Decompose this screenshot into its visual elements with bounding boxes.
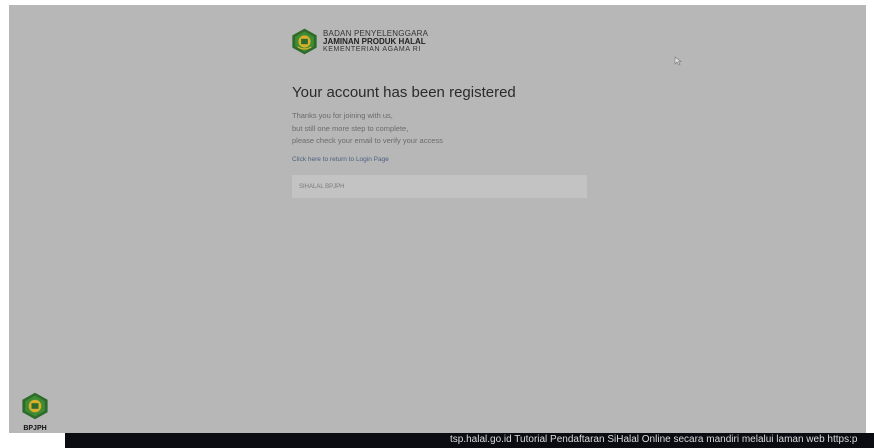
ticker-text: tsp.halal.go.id Tutorial Pendaftaran SiH… [450, 434, 858, 445]
message-line-3: please check your email to verify your a… [292, 136, 443, 145]
bpjph-watermark: BPJPH [12, 392, 58, 432]
page-frame [9, 5, 866, 433]
page-title: Your account has been registered [292, 84, 516, 101]
brand-line-3: KEMENTERIAN AGAMA RI [323, 45, 421, 53]
confirmation-message: Thanks you for joining with us, but stil… [292, 110, 443, 148]
footer-box: SIHALAL BPJPH [292, 175, 587, 198]
bpjph-emblem-icon [22, 392, 48, 420]
return-to-login-link[interactable]: Click here to return to Login Page [292, 156, 389, 163]
message-line-1: Thanks you for joining with us, [292, 111, 393, 120]
bpjph-label: BPJPH [23, 425, 47, 432]
mouse-cursor-icon [674, 56, 682, 66]
message-line-2: but still one more step to complete, [292, 123, 409, 133]
kemenag-emblem-icon [292, 28, 317, 55]
footer-label: SIHALAL BPJPH [299, 183, 345, 190]
news-ticker: tsp.halal.go.id Tutorial Pendaftaran SiH… [65, 433, 874, 448]
brand-line-2: JAMINAN PRODUK HALAL [323, 36, 426, 46]
brand-logo: BADAN PENYELENGGARA JAMINAN PRODUK HALAL… [291, 28, 428, 55]
